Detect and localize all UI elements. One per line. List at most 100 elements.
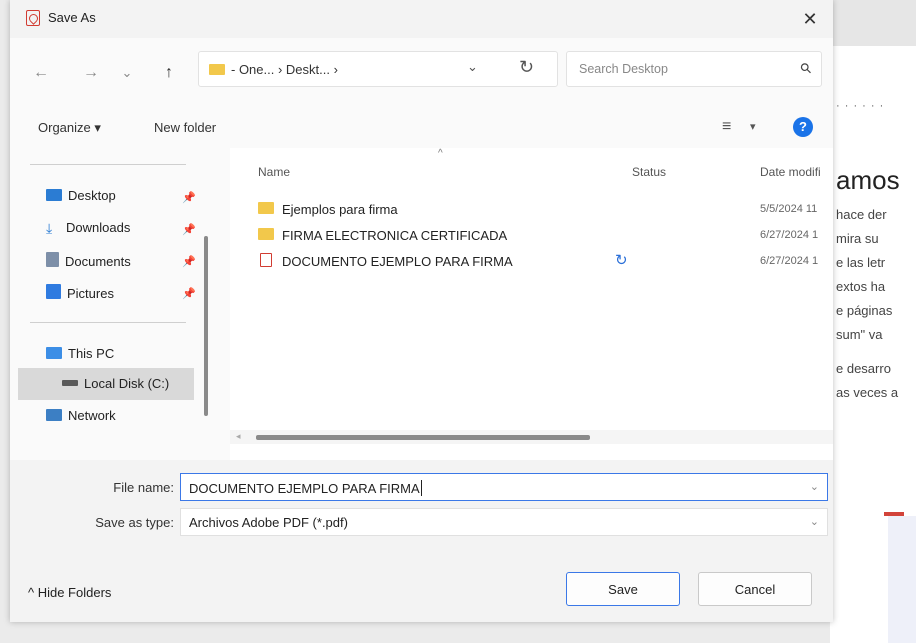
- save-type-label: Save as type:: [95, 515, 174, 530]
- column-header-status[interactable]: Status: [632, 165, 666, 179]
- file-date: 5/5/2024 11: [760, 203, 818, 215]
- organize-button[interactable]: Organize ▾: [38, 120, 101, 136]
- file-list: ^ Name Status Date modifi Ejemplos para …: [230, 148, 833, 460]
- file-name-value: DOCUMENTO EJEMPLO PARA FIRMA: [189, 480, 422, 496]
- file-date: 6/27/2024 1: [760, 229, 819, 241]
- dialog-title: Save As: [48, 10, 96, 25]
- navigation-bar: ← → ⌄ ↑ - One... › Deskt... › ⌄ ↻ Search…: [10, 38, 833, 108]
- background-dots: · · · · · ·: [836, 100, 885, 112]
- pdf-file-icon: [260, 253, 272, 267]
- text-cursor: [420, 480, 422, 496]
- pin-icon: 📌: [182, 256, 196, 268]
- address-path[interactable]: - One... › Deskt... ›: [231, 62, 338, 77]
- documents-icon: [46, 252, 59, 267]
- navigation-pane: Desktop 📌 ⤓ Downloads 📌 Documents 📌 Pictu…: [10, 148, 220, 460]
- file-name-text: DOCUMENTO EJEMPLO PARA FIRMA: [189, 481, 420, 496]
- save-options-panel: File name: DOCUMENTO EJEMPLO PARA FIRMA …: [10, 460, 833, 622]
- pdf-icon: [26, 10, 40, 26]
- address-bar[interactable]: - One... › Deskt... › ⌄ ↻: [198, 51, 558, 87]
- sidebar-item-label: This PC: [68, 346, 115, 361]
- sidebar-item-label: Documents: [65, 254, 131, 269]
- file-row[interactable]: DOCUMENTO EJEMPLO PARA FIRMA ↻ 6/27/2024…: [230, 248, 833, 274]
- sort-caret-icon: ^: [438, 148, 443, 159]
- background-line: sum" va: [836, 327, 883, 342]
- nav-divider: [30, 322, 186, 323]
- hide-folders-button[interactable]: ^ Hide Folders: [28, 585, 111, 600]
- command-bar: Organize ▾ New folder ≡ ▾ ?: [10, 108, 833, 146]
- desktop-icon: [46, 189, 62, 201]
- pin-icon: 📌: [182, 192, 196, 204]
- column-header-date[interactable]: Date modifi: [760, 165, 833, 179]
- sync-status-icon: ↻: [615, 252, 628, 269]
- file-name: DOCUMENTO EJEMPLO PARA FIRMA: [282, 254, 513, 269]
- pin-icon: 📌: [182, 224, 196, 236]
- sidebar-item-downloads[interactable]: ⤓ Downloads: [46, 220, 130, 242]
- scroll-left-icon[interactable]: ◂: [236, 431, 241, 442]
- up-arrow-icon[interactable]: ↑: [158, 62, 180, 84]
- recent-locations-chevron-icon[interactable]: ⌄: [116, 62, 138, 84]
- view-options-icon[interactable]: ≡: [722, 118, 731, 136]
- pin-icon: 📌: [182, 288, 196, 300]
- background-heading: amos: [836, 165, 900, 195]
- background-blue-panel: [888, 516, 916, 643]
- back-arrow-icon[interactable]: ←: [30, 62, 52, 84]
- sidebar-item-label: Network: [68, 408, 116, 423]
- folder-icon: [258, 202, 274, 214]
- sidebar-item-documents[interactable]: Documents: [46, 252, 131, 274]
- save-as-dialog: Save As ✕ ← → ⌄ ↑ - One... › Deskt... › …: [10, 0, 833, 622]
- chevron-down-icon[interactable]: ⌄: [810, 480, 819, 493]
- search-input[interactable]: Search Desktop ⚲: [566, 51, 822, 87]
- sidebar-item-local-disk[interactable]: Local Disk (C:): [62, 376, 169, 398]
- save-type-select[interactable]: Archivos Adobe PDF (*.pdf) ⌄: [180, 508, 828, 536]
- sidebar-item-desktop[interactable]: Desktop: [46, 188, 116, 210]
- nav-divider: [30, 164, 186, 165]
- search-icon: ⚲: [796, 58, 815, 78]
- file-name-input[interactable]: DOCUMENTO EJEMPLO PARA FIRMA ⌄: [180, 473, 828, 501]
- background-line: e desarro: [836, 361, 891, 376]
- refresh-icon[interactable]: ↻: [519, 57, 534, 78]
- search-placeholder: Search Desktop: [579, 62, 668, 76]
- sidebar-item-label: Pictures: [67, 286, 114, 301]
- title-bar: Save As ✕: [10, 0, 833, 38]
- file-name: Ejemplos para firma: [282, 202, 398, 217]
- background-ribbon: [830, 0, 916, 46]
- download-arrow-icon: ⤓: [46, 220, 53, 236]
- sidebar-item-this-pc[interactable]: This PC: [46, 346, 114, 368]
- sidebar-item-pictures[interactable]: Pictures: [46, 284, 114, 306]
- column-header-name[interactable]: Name: [258, 165, 290, 179]
- sidebar-item-label: Desktop: [68, 188, 116, 203]
- help-icon[interactable]: ?: [793, 117, 813, 137]
- network-icon: [46, 409, 62, 421]
- computer-icon: [46, 347, 62, 359]
- sidebar-item-network[interactable]: Network: [46, 408, 116, 430]
- cancel-button[interactable]: Cancel: [698, 572, 812, 606]
- save-type-value: Archivos Adobe PDF (*.pdf): [189, 515, 348, 530]
- address-dropdown-chevron-icon[interactable]: ⌄: [467, 59, 478, 75]
- background-line: e las letr: [836, 255, 886, 270]
- save-button[interactable]: Save: [566, 572, 680, 606]
- forward-arrow-icon[interactable]: →: [80, 62, 102, 84]
- file-name-label: File name:: [113, 480, 174, 495]
- background-line: mira su: [836, 231, 879, 246]
- drive-icon: [62, 380, 78, 386]
- background-line: as veces a: [836, 385, 899, 400]
- sidebar-item-label: Local Disk (C:): [84, 376, 170, 391]
- pictures-icon: [46, 284, 61, 299]
- file-row[interactable]: FIRMA ELECTRONICA CERTIFICADA 6/27/2024 …: [230, 222, 833, 248]
- file-date: 6/27/2024 1: [760, 255, 819, 267]
- sidebar-item-label: Downloads: [66, 220, 131, 235]
- scrollbar-thumb[interactable]: [256, 435, 590, 440]
- background-line: e páginas: [836, 303, 893, 318]
- file-row[interactable]: Ejemplos para firma 5/5/2024 11: [230, 196, 833, 222]
- nav-scrollbar[interactable]: [204, 236, 208, 416]
- background-line: extos ha: [836, 279, 886, 294]
- horizontal-scrollbar[interactable]: ◂: [230, 430, 833, 444]
- chevron-down-icon[interactable]: ⌄: [810, 515, 819, 528]
- folder-icon: [258, 228, 274, 240]
- folder-icon: [209, 64, 225, 75]
- background-line: hace der: [836, 207, 887, 222]
- view-dropdown-icon[interactable]: ▾: [750, 120, 756, 133]
- new-folder-button[interactable]: New folder: [154, 120, 216, 135]
- file-name: FIRMA ELECTRONICA CERTIFICADA: [282, 228, 508, 243]
- close-button[interactable]: ✕: [797, 6, 823, 32]
